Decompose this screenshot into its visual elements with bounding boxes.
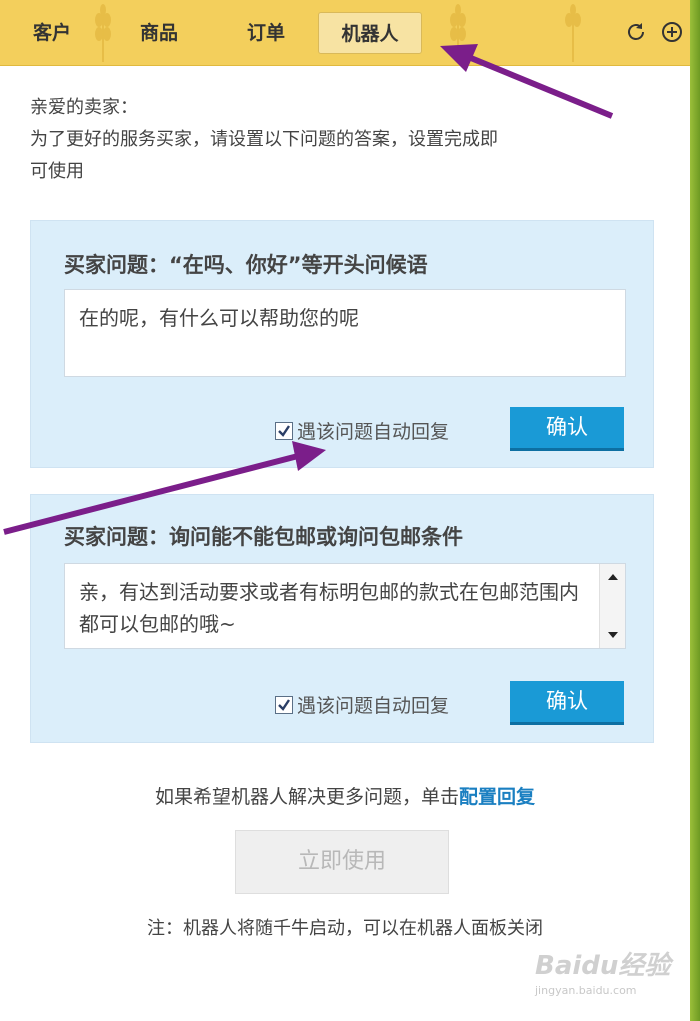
auto-reply-label: 遇该问题自动回复 bbox=[297, 695, 450, 717]
confirm-button[interactable]: 确认 bbox=[510, 407, 624, 451]
tab-customers[interactable]: 客户 bbox=[20, 12, 84, 54]
confirm-button[interactable]: 确认 bbox=[510, 681, 624, 725]
footer-note: 注：机器人将随千牛启动，可以在机器人面板关闭 bbox=[147, 918, 543, 939]
tab-orders[interactable]: 订单 bbox=[232, 12, 300, 54]
checkbox-checked-icon[interactable] bbox=[275, 695, 293, 714]
baidu-watermark: Baidu经验 jingyan.baidu.com bbox=[535, 945, 685, 1015]
checkbox-checked-icon[interactable] bbox=[275, 421, 293, 440]
answer-text: 在的呢，有什么可以帮助您的呢 bbox=[79, 306, 359, 330]
configure-reply-link[interactable]: 配置回复 bbox=[459, 786, 535, 808]
wheat-decoration-icon bbox=[95, 4, 111, 62]
tab-products[interactable]: 商品 bbox=[124, 12, 194, 54]
configure-more-hint: 如果希望机器人解决更多问题，单击配置回复 bbox=[0, 782, 690, 809]
question-title: 买家问题：询问能不能包邮或询问包邮条件 bbox=[64, 525, 463, 549]
configure-hint-text: 如果希望机器人解决更多问题，单击 bbox=[154, 786, 459, 808]
panel-right-border bbox=[690, 0, 700, 1021]
refresh-icon[interactable] bbox=[624, 20, 648, 44]
auto-reply-checkbox[interactable]: 遇该问题自动回复 bbox=[275, 691, 449, 718]
greeting-text: 亲爱的卖家： 为了更好的服务买家，请设置以下问题的答案，设置完成即 可使用 bbox=[30, 92, 650, 188]
tab-robot[interactable]: 机器人 bbox=[318, 12, 422, 54]
question-card-shipping: 买家问题：询问能不能包邮或询问包邮条件 亲，有达到活动要求或者有标明包邮的款式在… bbox=[30, 494, 654, 743]
answer-text: 亲，有达到活动要求或者有标明包邮的款式在包邮范围内都可以包邮的哦~ bbox=[79, 580, 579, 636]
watermark-logo: Baidu经验 bbox=[535, 951, 671, 981]
scroll-up-icon[interactable] bbox=[608, 574, 618, 580]
answer-input[interactable]: 亲，有达到活动要求或者有标明包邮的款式在包邮范围内都可以包邮的哦~ bbox=[64, 563, 626, 649]
use-now-button[interactable]: 立即使用 bbox=[235, 830, 449, 894]
answer-scrollbar[interactable] bbox=[599, 564, 625, 648]
wheat-decoration-icon bbox=[450, 4, 466, 62]
wheat-decoration-icon bbox=[565, 4, 581, 62]
auto-reply-label: 遇该问题自动回复 bbox=[297, 421, 450, 443]
question-card-greeting: 买家问题：“在吗、你好”等开头问候语 在的呢，有什么可以帮助您的呢 遇该问题自动… bbox=[30, 220, 654, 468]
greeting-line: 可使用 bbox=[30, 161, 84, 182]
watermark-url: jingyan.baidu.com bbox=[535, 984, 637, 997]
answer-input[interactable]: 在的呢，有什么可以帮助您的呢 bbox=[64, 289, 626, 377]
scroll-down-icon[interactable] bbox=[608, 632, 618, 638]
greeting-line: 为了更好的服务买家，请设置以下问题的答案，设置完成即 bbox=[30, 129, 498, 150]
top-tab-bar: 客户 商品 订单 机器人 bbox=[0, 0, 690, 66]
auto-reply-checkbox[interactable]: 遇该问题自动回复 bbox=[275, 417, 449, 444]
add-icon[interactable] bbox=[660, 20, 684, 44]
greeting-line: 亲爱的卖家： bbox=[30, 97, 138, 118]
question-title: 买家问题：“在吗、你好”等开头问候语 bbox=[64, 253, 428, 277]
